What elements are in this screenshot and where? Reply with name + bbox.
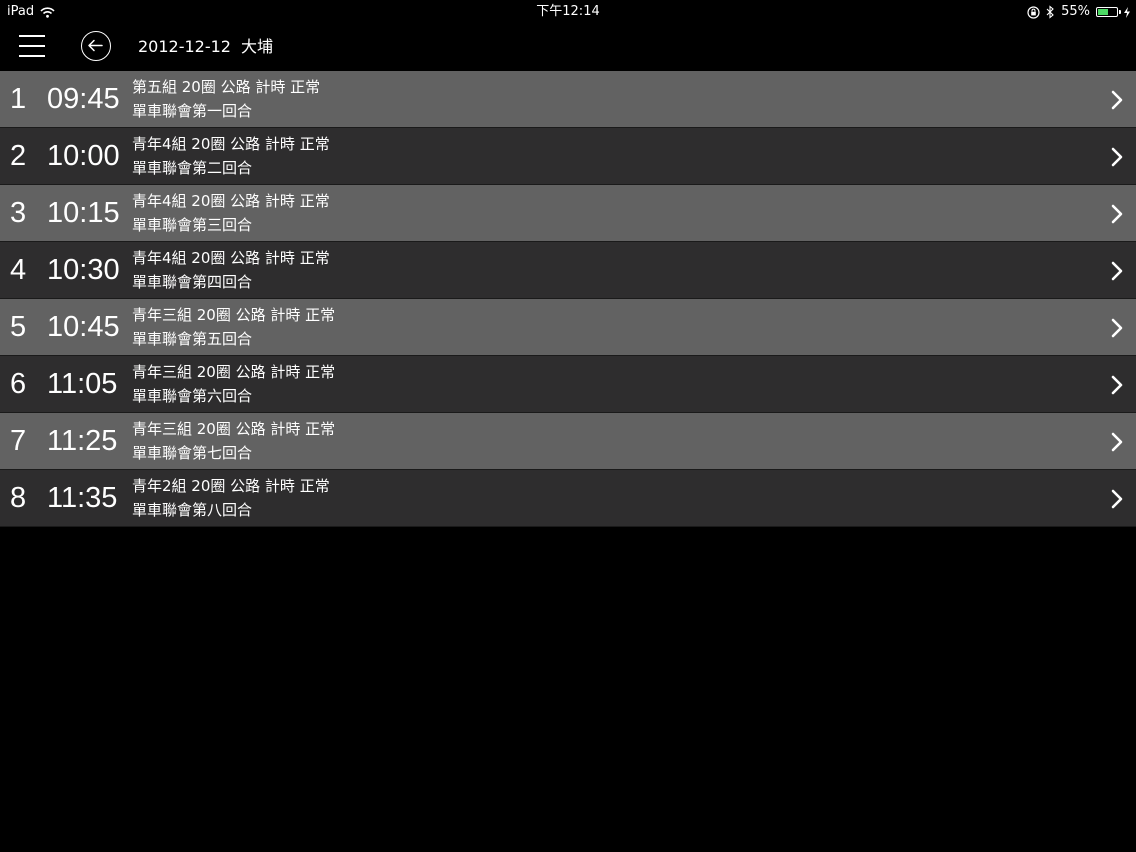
- race-time: 11:25: [47, 425, 118, 457]
- race-number: 6: [10, 368, 27, 400]
- race-row[interactable]: 8 11:35 青年2組 20圈 公路 計時 正常 單車聯會第八回合: [0, 470, 1136, 527]
- race-row[interactable]: 1 09:45 第五組 20圈 公路 計時 正常 單車聯會第一回合: [0, 71, 1136, 128]
- race-row[interactable]: 5 10:45 青年三組 20圈 公路 計時 正常 單車聯會第五回合: [0, 299, 1136, 356]
- race-details: 青年三組 20圈 公路 計時 正常: [132, 420, 336, 438]
- race-row[interactable]: 7 11:25 青年三組 20圈 公路 計時 正常 單車聯會第七回合: [0, 413, 1136, 470]
- chevron-right-icon: [1111, 147, 1123, 167]
- race-event: 單車聯會第四回合: [132, 273, 253, 291]
- race-number: 2: [10, 140, 27, 172]
- race-details: 青年4組 20圈 公路 計時 正常: [132, 249, 330, 267]
- chevron-right-icon: [1111, 375, 1123, 395]
- race-details: 第五組 20圈 公路 計時 正常: [132, 78, 321, 96]
- race-row[interactable]: 6 11:05 青年三組 20圈 公路 計時 正常 單車聯會第六回合: [0, 356, 1136, 413]
- race-time: 11:35: [47, 482, 118, 514]
- bluetooth-icon: [1046, 5, 1054, 19]
- race-number: 1: [10, 83, 27, 115]
- status-bar: iPad 下午12:14 55%: [0, 0, 1136, 24]
- chevron-right-icon: [1111, 432, 1123, 452]
- race-row[interactable]: 4 10:30 青年4組 20圈 公路 計時 正常 單車聯會第四回合: [0, 242, 1136, 299]
- race-details: 青年4組 20圈 公路 計時 正常: [132, 192, 330, 210]
- chevron-right-icon: [1111, 90, 1123, 110]
- race-number: 5: [10, 311, 27, 343]
- race-time: 10:45: [47, 311, 120, 343]
- back-icon[interactable]: [81, 31, 111, 61]
- race-time: 11:05: [47, 368, 118, 400]
- race-event: 單車聯會第二回合: [132, 159, 253, 177]
- race-number: 8: [10, 482, 27, 514]
- race-event: 單車聯會第五回合: [132, 330, 253, 348]
- race-number: 3: [10, 197, 27, 229]
- rotation-lock-icon: [1027, 5, 1040, 19]
- page-title: 2012-12-12 大埔: [138, 24, 273, 70]
- race-details: 青年三組 20圈 公路 計時 正常: [132, 306, 336, 324]
- race-event: 單車聯會第一回合: [132, 102, 253, 120]
- chevron-right-icon: [1111, 318, 1123, 338]
- chevron-right-icon: [1111, 261, 1123, 281]
- race-row[interactable]: 2 10:00 青年4組 20圈 公路 計時 正常 單車聯會第二回合: [0, 128, 1136, 185]
- nav-bar: 2012-12-12 大埔: [0, 24, 1136, 70]
- race-details: 青年三組 20圈 公路 計時 正常: [132, 363, 336, 381]
- race-number: 7: [10, 425, 27, 457]
- race-time: 09:45: [47, 83, 120, 115]
- race-event: 單車聯會第六回合: [132, 387, 253, 405]
- race-row[interactable]: 3 10:15 青年4組 20圈 公路 計時 正常 單車聯會第三回合: [0, 185, 1136, 242]
- race-details: 青年2組 20圈 公路 計時 正常: [132, 477, 330, 495]
- race-time: 10:30: [47, 254, 120, 286]
- race-event: 單車聯會第三回合: [132, 216, 253, 234]
- chevron-right-icon: [1111, 489, 1123, 509]
- race-time: 10:00: [47, 140, 120, 172]
- race-number: 4: [10, 254, 27, 286]
- page-title-location: 大埔: [240, 37, 273, 56]
- race-event: 單車聯會第八回合: [132, 501, 253, 519]
- status-time: 下午12:14: [536, 4, 600, 19]
- race-list: 1 09:45 第五組 20圈 公路 計時 正常 單車聯會第一回合 2 10:00 青年4組…: [0, 71, 1136, 527]
- charging-icon: [1124, 6, 1130, 18]
- status-right: 55%: [1027, 0, 1130, 24]
- race-details: 青年4組 20圈 公路 計時 正常: [132, 135, 330, 153]
- page-title-date: 2012-12-12: [138, 37, 231, 56]
- chevron-right-icon: [1111, 204, 1123, 224]
- menu-icon[interactable]: [19, 35, 45, 57]
- race-event: 單車聯會第七回合: [132, 444, 253, 462]
- battery-icon: [1096, 7, 1121, 17]
- race-time: 10:15: [47, 197, 120, 229]
- battery-percent: 55%: [1061, 4, 1090, 19]
